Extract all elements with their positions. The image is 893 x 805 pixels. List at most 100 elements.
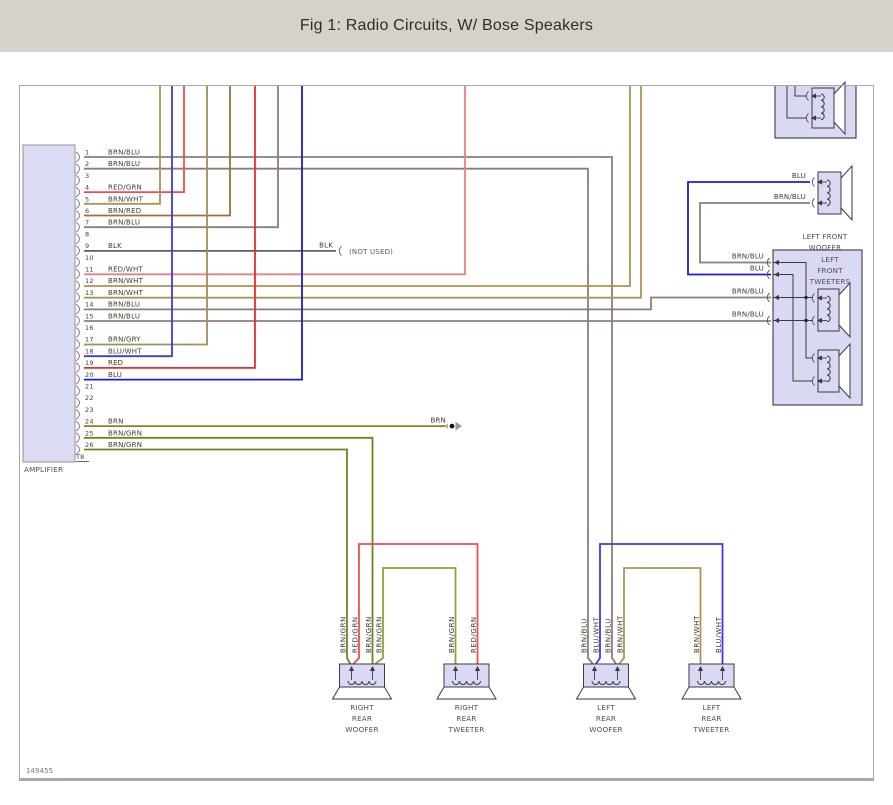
wire-label: BRN/BLU <box>732 288 764 296</box>
pin-bracket <box>75 350 80 362</box>
wire-label-vertical: BRN/GRN <box>365 616 373 653</box>
pin-bracket <box>75 233 80 245</box>
pin-number: 20 <box>85 371 94 379</box>
speaker-magnet <box>583 663 629 688</box>
pin-wire-label: RED/GRN <box>108 184 142 192</box>
wire-pin2-brnblu <box>84 167 596 667</box>
pin-wire-label: BRN/BLU <box>108 301 140 309</box>
junction-dot <box>804 318 808 323</box>
speaker-name: RIGHT <box>455 703 479 712</box>
speaker-name: LEFT <box>821 255 839 264</box>
amplifier-box <box>22 144 76 463</box>
ground-icon <box>449 423 455 429</box>
amplifier-label: AMPLIFIER <box>24 465 63 474</box>
pin-bracket <box>75 409 80 420</box>
speaker-cone <box>436 686 497 700</box>
speaker-name: LEFT <box>597 703 615 712</box>
pin-number: 12 <box>85 277 94 285</box>
wire-label: BRN/BLU <box>732 311 764 319</box>
pin-wire-label: BLU <box>108 371 122 379</box>
pin-number: 25 <box>85 429 94 437</box>
speaker-magnet <box>443 663 490 688</box>
pin-wire-label: BRN/GRY <box>108 336 141 344</box>
pin-number: 23 <box>85 406 94 414</box>
wire-label-vertical: BRN/WHT <box>617 615 625 653</box>
pin-number: 10 <box>85 254 94 262</box>
speaker-name: FRONT <box>817 266 843 275</box>
pin-bracket <box>75 256 80 268</box>
wire-pin11-redwht <box>84 85 466 276</box>
wire-label-vertical: BRN/BLU <box>605 618 613 653</box>
speaker-cone <box>331 686 393 700</box>
connector-paren <box>338 246 342 256</box>
figure-title-bar: Fig 1: Radio Circuits, W/ Bose Speakers <box>0 0 893 52</box>
pin-number: 6 <box>85 207 89 215</box>
wire-pin25-brngrn <box>84 436 374 666</box>
pin-number: 26 <box>85 441 94 449</box>
wire-jumper-brnwht <box>616 567 702 667</box>
pin-number: 15 <box>85 312 94 320</box>
wire-pin14-brnblu <box>84 296 771 311</box>
wire-label-vertical: BRN/WHT <box>693 615 701 653</box>
pin-bracket <box>75 315 80 327</box>
pin-number: 11 <box>85 266 94 274</box>
wire-label: BRN/BLU <box>732 253 764 261</box>
wire-label: WOOFER <box>809 244 841 252</box>
speaker-name: TWEETER <box>448 725 485 734</box>
pin-bracket <box>75 175 80 186</box>
pin-bracket <box>75 221 80 233</box>
pin-wire-label: BRN/BLU <box>108 160 140 168</box>
wire-pin26-brngrn <box>84 448 353 667</box>
pin-wire-label: BRN/WHT <box>108 289 144 297</box>
pin-bracket <box>75 268 80 280</box>
pin-wire-label: BRN/WHT <box>108 195 144 203</box>
figure-id: 149455 <box>26 767 53 775</box>
pin-number: 14 <box>85 301 94 309</box>
pin-bracket <box>75 303 80 315</box>
pin-bracket <box>75 280 80 292</box>
pin-number: 13 <box>85 289 94 297</box>
figure-title: Fig 1: Radio Circuits, W/ Bose Speakers <box>299 17 594 34</box>
pin-number: 21 <box>85 383 94 391</box>
speaker-name: REAR <box>596 714 616 723</box>
speaker-name: LEFT <box>703 703 721 712</box>
pin-number: 2 <box>85 160 89 168</box>
pin-bracket <box>75 245 80 256</box>
pin-number: 18 <box>85 347 94 355</box>
speaker-name: REAR <box>701 714 721 723</box>
wire-label: BLU <box>792 172 806 180</box>
pin-bracket <box>75 373 80 385</box>
wire-label: (NOT USED) <box>349 248 393 256</box>
pin-number: 9 <box>85 242 89 250</box>
pin-number: 7 <box>85 219 89 227</box>
connector-paren <box>811 177 815 187</box>
speaker-cone <box>681 686 742 700</box>
wire-label-vertical: RED/GRN <box>470 616 478 653</box>
pin-wire-label: BLU/WHT <box>108 347 142 355</box>
pin-wire-label: RED/WHT <box>108 266 143 274</box>
pin-bracket <box>75 420 80 432</box>
pin-number: 3 <box>85 172 89 180</box>
speaker-name: REAR <box>456 714 476 723</box>
speaker-name: TWEETERS <box>809 277 851 286</box>
wire-label-vertical: BRN/GRN <box>448 616 456 653</box>
pin-bracket <box>75 151 80 163</box>
speaker-magnet <box>339 663 385 688</box>
wire-label-vertical: BRN/GRN <box>376 616 384 653</box>
speaker-name: WOOFER <box>345 725 378 734</box>
wire-label: BLU <box>750 265 764 273</box>
speaker-cone <box>840 164 853 222</box>
wire-label: BLK <box>319 242 333 250</box>
wire-label: BRN <box>430 417 446 425</box>
wire-pin1-brnblu <box>84 156 619 667</box>
pin-wire-label: BRN <box>108 418 124 426</box>
pin-bracket <box>75 362 80 373</box>
wire-jumper-brngrn <box>371 567 457 667</box>
pin-bracket <box>75 210 80 221</box>
speaker-magnet <box>688 663 735 688</box>
speaker-cone <box>575 686 637 700</box>
wire-label: LEFT FRONT <box>803 233 848 241</box>
pin-number: 5 <box>85 195 89 203</box>
pin-bracket <box>75 397 80 409</box>
pin-wire-label: RED <box>108 359 123 367</box>
